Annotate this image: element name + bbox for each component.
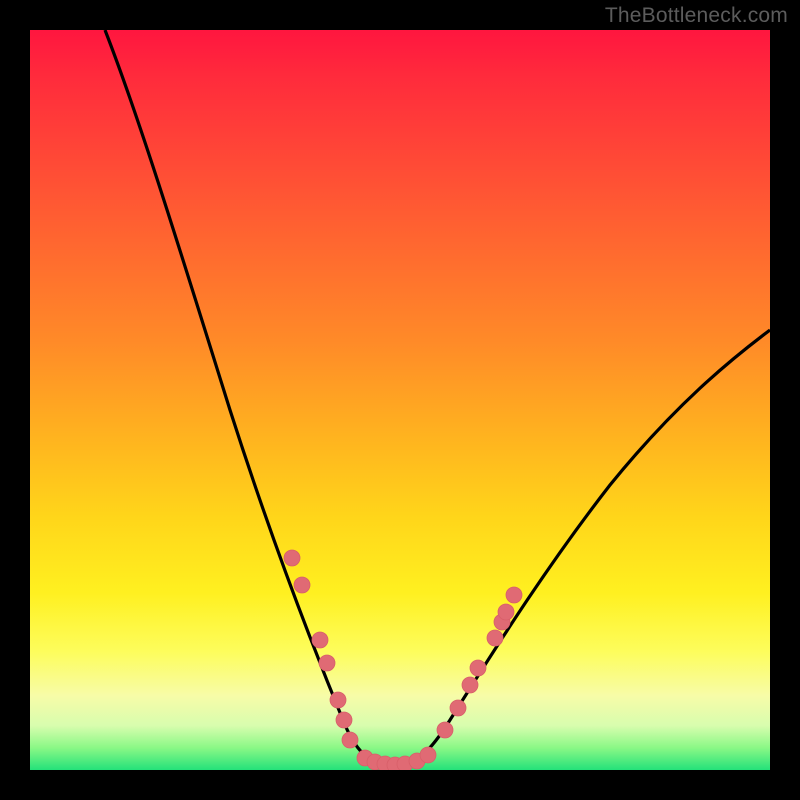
bottleneck-curve: [105, 30, 770, 765]
curve-svg: [30, 30, 770, 770]
plot-area: [30, 30, 770, 770]
chart-frame: TheBottleneck.com: [0, 0, 800, 800]
watermark-text: TheBottleneck.com: [605, 4, 788, 28]
